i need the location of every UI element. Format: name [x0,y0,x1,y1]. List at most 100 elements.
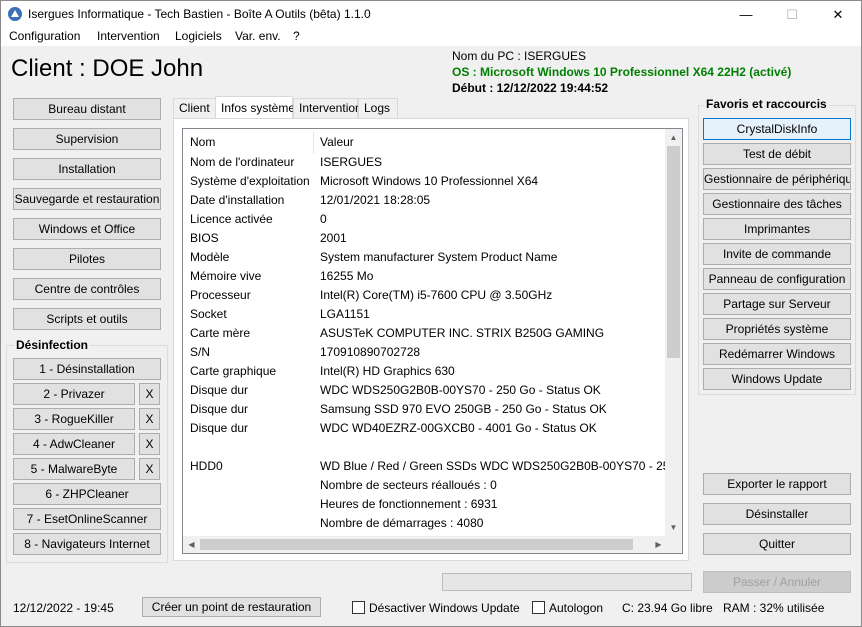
row-name: Licence activée [190,212,273,226]
table-row[interactable]: Heures de fonctionnement : 6931 [183,495,667,514]
redemarrer-windows-button[interactable]: Redémarrer Windows [703,343,851,365]
horizontal-scroll-thumb[interactable] [200,539,633,550]
table-row[interactable] [183,438,667,457]
pilotes-button[interactable]: Pilotes [13,248,161,270]
row-value: 2001 [320,231,347,245]
adwcleaner-remove-button[interactable]: X [139,433,160,455]
row-name: Modèle [190,250,230,264]
scripts-outils-button[interactable]: Scripts et outils [13,308,161,330]
crystaldiskinfo-button[interactable]: CrystalDiskInfo [703,118,851,140]
navigateurs-button[interactable]: 8 - Navigateurs Internet [13,533,161,555]
table-row[interactable]: S/N 170910890702728 [183,343,667,362]
tab-infos-systeme[interactable]: Infos système [215,96,295,118]
bureau-distant-button[interactable]: Bureau distant [13,98,161,120]
roguekiller-remove-button[interactable]: X [139,408,160,430]
table-row[interactable]: Processeur Intel(R) Core(TM) i5-7600 CPU … [183,286,667,305]
partage-serveur-button[interactable]: Partage sur Serveur [703,293,851,315]
esetonlinescanner-button[interactable]: 7 - EsetOnlineScanner [13,508,161,530]
centre-controles-button[interactable]: Centre de contrôles [13,278,161,300]
sauvegarde-button[interactable]: Sauvegarde et restauration [13,188,161,210]
zhpcleaner-button[interactable]: 6 - ZHPCleaner [13,483,161,505]
row-name: Nom de l'ordinateur [190,155,295,169]
close-icon[interactable]: ✕ [815,1,861,28]
table-row[interactable]: Licence activée 0 [183,210,667,229]
windows-update-button[interactable]: Windows Update [703,368,851,390]
scroll-down-icon[interactable]: ▼ [665,519,682,536]
roguekiller-button[interactable]: 3 - RogueKiller [13,408,135,430]
menu-configuration[interactable]: Configuration [9,29,80,43]
row-value: WDC WD40EZRZ-00GXCB0 - 4001 Go - Status … [320,421,597,435]
header-nom[interactable]: Nom [190,131,215,153]
table-row[interactable]: Carte graphique Intel(R) HD Graphics 630 [183,362,667,381]
desinstallation-button[interactable]: 1 - Désinstallation [13,358,161,380]
table-row[interactable]: HDD0 WD Blue / Red / Green SSDs WDC WDS2… [183,457,682,476]
table-row[interactable]: Socket LGA1151 [183,305,667,324]
table-row[interactable]: Modèle System manufacturer System Product… [183,248,667,267]
list-header: Nom Valeur [183,131,667,154]
menu-intervention[interactable]: Intervention [97,29,160,43]
disable-wu-checkbox[interactable] [352,601,365,614]
adwcleaner-button[interactable]: 4 - AdwCleaner [13,433,135,455]
imprimantes-button[interactable]: Imprimantes [703,218,851,240]
vertical-scrollbar[interactable]: ▲ ▼ [665,129,682,536]
scroll-up-icon[interactable]: ▲ [665,129,682,146]
malwarebyte-remove-button[interactable]: X [139,458,160,480]
row-value: 0 [320,212,327,226]
vertical-scroll-thumb[interactable] [667,146,680,358]
row-value: Samsung SSD 970 EVO 250GB - 250 Go - Sta… [320,402,607,416]
minimize-icon[interactable]: — [723,1,769,28]
tab-logs[interactable]: Logs [358,98,398,118]
menu-help[interactable]: ? [293,29,300,43]
panneau-configuration-button[interactable]: Panneau de configuration [703,268,851,290]
table-row[interactable]: Disque dur WDC WD40EZRZ-00GXCB0 - 4001 Go… [183,419,667,438]
privazer-button[interactable]: 2 - Privazer [13,383,135,405]
privazer-remove-button[interactable]: X [139,383,160,405]
row-name: Disque dur [190,421,249,435]
menu-var-env[interactable]: Var. env. [235,29,281,43]
restore-point-button[interactable]: Créer un point de restauration [142,597,321,617]
supervision-button[interactable]: Supervision [13,128,161,150]
system-info-list[interactable]: Nom Valeur Nom de l'ordinateur ISERGUES Sy… [182,128,683,554]
row-value: WD Blue / Red / Green SSDs WDC WDS250G2B… [320,459,683,473]
row-value: Nombre de secteurs réalloués : 0 [320,478,497,492]
horizontal-scrollbar[interactable]: ◀ ▶ [183,536,667,553]
table-row[interactable]: Disque dur WDC WDS250G2B0B-00YS70 - 250 G… [183,381,667,400]
desinstaller-button[interactable]: Désinstaller [703,503,851,525]
gestionnaire-peripheriques-button[interactable]: Gestionnaire de périphériques [703,168,851,190]
autologon-checkbox[interactable] [532,601,545,614]
header-valeur[interactable]: Valeur [320,131,354,153]
row-name: Système d'exploitation [190,174,310,188]
installation-button[interactable]: Installation [13,158,161,180]
malwarebyte-button[interactable]: 5 - MalwareByte [13,458,135,480]
table-row[interactable]: Mémoire vive 16255 Mo [183,267,667,286]
maximize-icon[interactable]: ☐ [769,1,815,28]
table-row[interactable]: Carte mère ASUSTeK COMPUTER INC. STRIX B2… [183,324,667,343]
table-row[interactable]: Nombre de secteurs réalloués : 0 [183,476,667,495]
test-debit-button[interactable]: Test de débit [703,143,851,165]
table-row[interactable]: Date d'installation 12/01/2021 18:28:05 [183,191,667,210]
tab-client[interactable]: Client [173,98,216,118]
scroll-corner [665,536,682,553]
windows-office-button[interactable]: Windows et Office [13,218,161,240]
table-row[interactable]: Système d'exploitation Microsoft Windows … [183,172,667,191]
table-row[interactable]: BIOS 2001 [183,229,667,248]
menu-logiciels[interactable]: Logiciels [175,29,222,43]
table-row[interactable]: Disque dur Samsung SSD 970 EVO 250GB - 25… [183,400,667,419]
row-name: Disque dur [190,383,249,397]
scroll-left-icon[interactable]: ◀ [183,536,200,553]
row-name: Carte mère [190,326,251,340]
proprietes-systeme-button[interactable]: Propriétés système [703,318,851,340]
os-info: OS : Microsoft Windows 10 Professionnel … [452,65,792,79]
row-value: Nombre de démarrages : 4080 [320,516,484,530]
quitter-button[interactable]: Quitter [703,533,851,555]
pc-name: Nom du PC : ISERGUES [452,49,587,63]
table-row[interactable]: Nombre de démarrages : 4080 [183,514,667,533]
gestionnaire-taches-button[interactable]: Gestionnaire des tâches [703,193,851,215]
table-row[interactable]: Nom de l'ordinateur ISERGUES [183,153,667,172]
favoris-label: Favoris et raccourcis [704,97,829,111]
tab-intervention[interactable]: Intervention [293,98,362,118]
invite-commande-button[interactable]: Invite de commande [703,243,851,265]
menu-bar: Configuration Intervention Logiciels Var… [1,28,861,46]
exporter-rapport-button[interactable]: Exporter le rapport [703,473,851,495]
row-name: BIOS [190,231,219,245]
